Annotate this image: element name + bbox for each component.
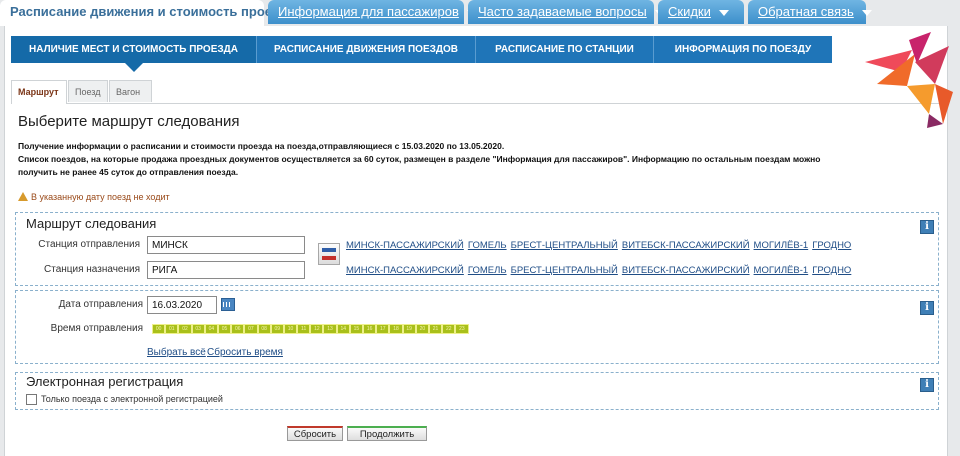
nav-train-schedule[interactable]: РАСПИСАНИЕ ДВИЖЕНИЯ ПОЕЗДОВ	[257, 36, 476, 63]
hour-button[interactable]: 11	[297, 324, 311, 334]
reset-button[interactable]: Сбросить	[287, 426, 343, 441]
subtab-route[interactable]: Маршрут	[11, 80, 67, 104]
info-line: Список поездов, на которые продажа проез…	[18, 154, 821, 164]
hour-button[interactable]: 21	[428, 324, 443, 334]
hour-button[interactable]: 06	[231, 324, 245, 334]
warning-icon	[18, 192, 28, 201]
tab-label: Часто задаваемые вопросы	[478, 4, 647, 19]
route-section-title: Маршрут следования	[26, 216, 157, 231]
station-link[interactable]: МИНСК-ПАССАЖИРСКИЙ	[346, 240, 464, 251]
top-tab-bar: Расписание движения и стоимость проезда …	[0, 0, 960, 26]
swallow-logo-icon	[865, 32, 953, 128]
station-link[interactable]: БРЕСТ-ЦЕНТРАЛЬНЫЙ	[511, 265, 618, 276]
hour-button[interactable]: 17	[376, 324, 390, 334]
hour-button[interactable]: 15	[349, 324, 363, 334]
station-link[interactable]: ВИТЕБСК-ПАССАЖИРСКИЙ	[622, 240, 750, 251]
tab-feedback[interactable]: Обратная связь	[748, 0, 872, 24]
info-line: Получение информации о расписании и стои…	[18, 141, 505, 151]
continue-button[interactable]: Продолжить	[347, 426, 427, 441]
hour-button[interactable]: 20	[415, 324, 429, 334]
hour-button[interactable]: 01	[165, 324, 179, 334]
departure-station-input[interactable]: МИНСК	[147, 236, 305, 254]
departure-date-label: Дата отправления	[58, 299, 143, 310]
swap-stations-button[interactable]	[318, 243, 340, 265]
hour-button[interactable]: 19	[402, 324, 416, 334]
main-navigation: НАЛИЧИЕ МЕСТ И СТОИМОСТЬ ПРОЕЗДА РАСПИСА…	[11, 36, 832, 72]
tab-label: Скидки	[668, 4, 711, 19]
ereg-section-title: Электронная регистрация	[26, 374, 184, 389]
chevron-down-icon	[861, 9, 872, 16]
warning-message: В указанную дату поезд не ходит	[18, 192, 170, 202]
tab-label: Обратная связь	[758, 4, 854, 19]
info-icon[interactable]: i	[920, 301, 934, 315]
station-link[interactable]: ГОМЕЛЬ	[468, 240, 507, 251]
info-text: Получение информации о расписании и стои…	[18, 140, 918, 179]
subtab-car[interactable]: Вагон	[109, 80, 152, 102]
tab-faq[interactable]: Часто задаваемые вопросы	[468, 0, 665, 24]
subtab-train[interactable]: Поезд	[68, 80, 108, 102]
hour-button[interactable]: 22	[442, 324, 456, 334]
warning-text: В указанную дату поезд не ходит	[31, 192, 170, 202]
hour-button[interactable]: 23	[455, 324, 469, 334]
station-link[interactable]: ГРОДНО	[812, 240, 851, 251]
tab-label: Информация для пассажиров	[278, 4, 459, 19]
hour-button[interactable]: 00	[152, 324, 166, 334]
hour-selector: 00 01 02 03 04 05 06 07 08 09 10 11 12 1…	[152, 324, 469, 334]
nav-availability-cost[interactable]: НАЛИЧИЕ МЕСТ И СТОИМОСТЬ ПРОЕЗДА	[11, 36, 257, 72]
info-line: получить не ранее 45 суток до отправлени…	[18, 167, 239, 177]
hour-button[interactable]: 13	[323, 324, 337, 334]
station-link[interactable]: ГРОДНО	[812, 265, 851, 276]
station-link[interactable]: МИНСК-ПАССАЖИРСКИЙ	[346, 265, 464, 276]
page-title: Выберите маршрут следования	[18, 113, 240, 130]
tab-discounts[interactable]: Скидки	[658, 0, 744, 24]
ereg-section: Электронная регистрация i Только поезда …	[15, 372, 939, 410]
page-content: НАЛИЧИЕ МЕСТ И СТОИМОСТЬ ПРОЕЗДА РАСПИСА…	[4, 26, 953, 456]
departure-time-label: Время отправления	[50, 323, 143, 334]
quick-stations-departure: МИНСК-ПАССАЖИРСКИЙ ГОМЕЛЬ БРЕСТ-ЦЕНТРАЛЬНЫ…	[346, 240, 855, 251]
station-link[interactable]: ГОМЕЛЬ	[468, 265, 507, 276]
nav-station-schedule[interactable]: РАСПИСАНИЕ ПО СТАНЦИИ	[476, 36, 654, 63]
select-all-link[interactable]: Выбрать всё	[147, 347, 206, 358]
calendar-icon[interactable]	[221, 298, 235, 311]
info-icon[interactable]: i	[920, 220, 934, 234]
tab-schedule-cost[interactable]: Расписание движения и стоимость проезда	[0, 0, 294, 26]
hour-button[interactable]: 16	[363, 324, 377, 334]
arrival-station-label: Станция назначения	[44, 264, 140, 275]
hour-button[interactable]: 05	[217, 324, 232, 334]
hour-button[interactable]: 08	[257, 324, 271, 334]
quick-stations-arrival: МИНСК-ПАССАЖИРСКИЙ ГОМЕЛЬ БРЕСТ-ЦЕНТРАЛЬНЫ…	[346, 265, 855, 276]
departure-station-label: Станция отправления	[38, 239, 140, 250]
arrival-station-input[interactable]: РИГА	[147, 261, 305, 279]
arrow-left-icon	[322, 256, 336, 260]
nav-train-info[interactable]: ИНФОРМАЦИЯ ПО ПОЕЗДУ	[654, 36, 832, 63]
station-link[interactable]: МОГИЛЁВ-1	[754, 240, 809, 251]
station-link[interactable]: МОГИЛЁВ-1	[754, 265, 809, 276]
tab-passenger-info[interactable]: Информация для пассажиров	[268, 0, 477, 24]
hour-button[interactable]: 04	[204, 324, 218, 334]
arrow-right-icon	[322, 248, 336, 252]
tab-label: Расписание движения и стоимость проезда	[10, 4, 294, 19]
ereg-checkbox[interactable]	[26, 394, 37, 405]
sub-tab-bar: Маршрут Поезд Вагон	[11, 80, 941, 104]
station-link[interactable]: ВИТЕБСК-ПАССАЖИРСКИЙ	[622, 265, 750, 276]
hour-button[interactable]: 07	[244, 324, 258, 334]
info-icon[interactable]: i	[920, 378, 934, 392]
route-section: Маршрут следования i Станция отправления…	[15, 212, 939, 286]
hour-button[interactable]: 12	[310, 324, 324, 334]
hour-button[interactable]: 14	[336, 324, 350, 334]
hour-button[interactable]: 18	[389, 324, 403, 334]
station-link[interactable]: БРЕСТ-ЦЕНТРАЛЬНЫЙ	[511, 240, 618, 251]
hour-button[interactable]: 10	[283, 324, 298, 334]
chevron-down-icon	[718, 9, 729, 16]
ereg-checkbox-label: Только поезда с электронной регистрацией	[41, 394, 223, 404]
hour-button[interactable]: 03	[191, 324, 205, 334]
hour-button[interactable]: 02	[178, 324, 192, 334]
departure-date-input[interactable]: 16.03.2020	[147, 296, 217, 314]
hour-button[interactable]: 09	[270, 324, 284, 334]
reset-time-link[interactable]: Сбросить время	[207, 347, 283, 358]
